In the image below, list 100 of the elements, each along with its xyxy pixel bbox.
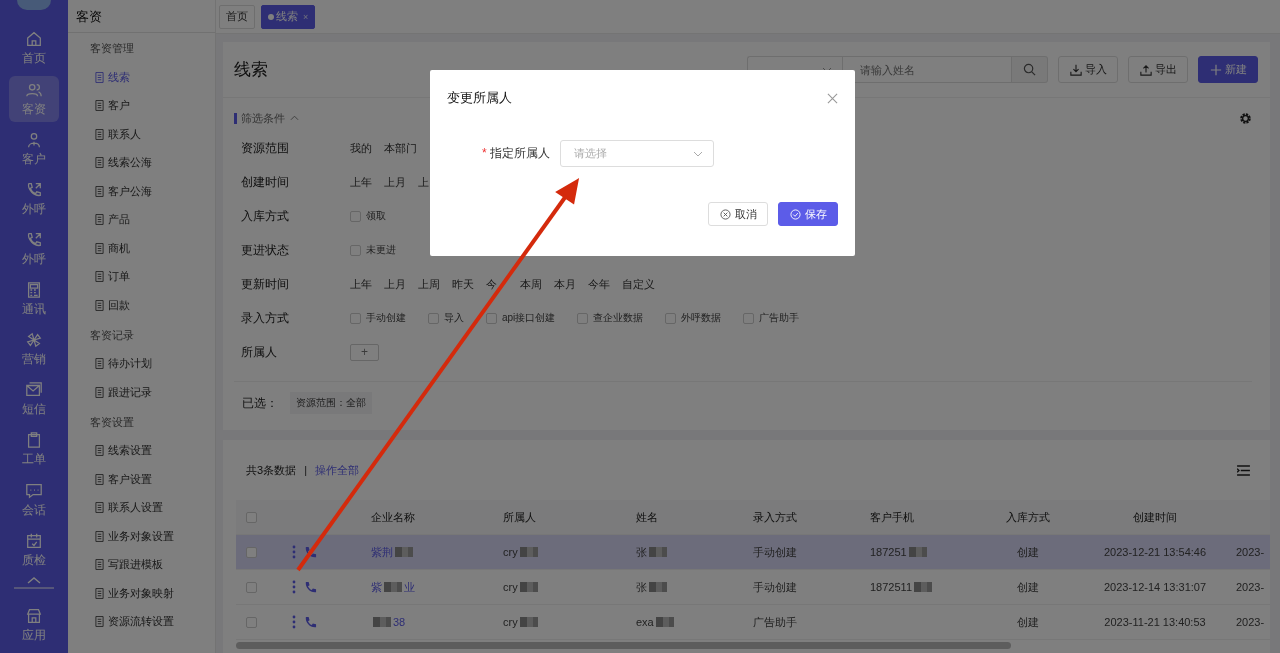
- new-button[interactable]: 新建: [1198, 56, 1258, 83]
- nav-item[interactable]: 质检: [9, 527, 59, 574]
- phone-icon[interactable]: [304, 545, 317, 559]
- page-tab[interactable]: 首页: [219, 4, 255, 29]
- filter-checkbox[interactable]: 未更进: [350, 243, 396, 257]
- filter-checkbox[interactable]: 广告助手: [743, 311, 800, 325]
- filter-option[interactable]: 上年: [350, 277, 372, 290]
- search-field[interactable]: 请输入姓名: [842, 56, 1012, 83]
- submenu-item[interactable]: 业务对象映射: [68, 579, 215, 608]
- more-icon[interactable]: [292, 615, 296, 629]
- filter-option[interactable]: 本月: [554, 277, 576, 290]
- submenu-item[interactable]: 产品: [68, 205, 215, 234]
- filter-checkbox[interactable]: 手动创建: [350, 311, 406, 325]
- page-tab[interactable]: 线索 ×: [261, 4, 316, 29]
- filter-checkbox[interactable]: 导入: [428, 311, 464, 325]
- export-button[interactable]: 导出: [1128, 56, 1188, 83]
- document-icon: [95, 185, 104, 197]
- row-checkbox[interactable]: [246, 581, 257, 593]
- chevron-icon[interactable]: [290, 115, 299, 121]
- submenu-title: 客资: [68, 0, 215, 33]
- filter-option[interactable]: 上: [418, 175, 429, 188]
- submenu-item[interactable]: 联系人设置: [68, 493, 215, 522]
- filter-toggle[interactable]: 筛选条件: [241, 110, 285, 126]
- more-icon[interactable]: [292, 580, 296, 594]
- table-cell: cry: [503, 546, 540, 558]
- submenu-item[interactable]: 线索设置: [68, 436, 215, 465]
- calculator-icon: [25, 281, 43, 299]
- table-cell: 创建: [1017, 544, 1039, 560]
- document-icon: [95, 242, 104, 254]
- submenu-item[interactable]: 跟进记录: [68, 378, 215, 407]
- submenu-item[interactable]: 资源流转设置: [68, 607, 215, 636]
- submenu-item[interactable]: 订单: [68, 262, 215, 291]
- submenu-item[interactable]: 商机: [68, 234, 215, 263]
- document-icon: [95, 587, 104, 599]
- nav-item[interactable]: 应用: [9, 602, 59, 649]
- nav-item[interactable]: 客户: [9, 126, 59, 173]
- nav-item[interactable]: 通讯: [9, 276, 59, 323]
- row-checkbox[interactable]: [246, 616, 257, 628]
- phone-icon: [25, 180, 43, 199]
- filter-option[interactable]: 上月: [384, 175, 406, 188]
- cancel-button[interactable]: 取消: [708, 202, 768, 226]
- phone-icon[interactable]: [304, 580, 317, 594]
- row-checkbox[interactable]: [246, 546, 257, 558]
- nav-item[interactable]: 短信: [9, 376, 59, 423]
- save-button[interactable]: 保存: [778, 202, 838, 226]
- document-icon: [95, 157, 104, 169]
- table-cell: 手动创建: [753, 579, 797, 595]
- submenu-item[interactable]: 线索公海: [68, 148, 215, 177]
- nav-item[interactable]: 首页: [9, 25, 59, 72]
- document-icon: [95, 559, 104, 571]
- filter-option[interactable]: 我的: [350, 141, 372, 154]
- filter-label: 更进状态: [240, 241, 290, 259]
- filter-option[interactable]: 今年: [588, 277, 610, 290]
- filter-option[interactable]: 昨天: [452, 277, 474, 290]
- more-icon[interactable]: [292, 545, 296, 559]
- download-icon: [1069, 63, 1082, 76]
- column-header: 姓名: [636, 510, 658, 523]
- filter-option[interactable]: 本周: [520, 277, 542, 290]
- filter-checkbox[interactable]: 领取: [350, 209, 386, 223]
- filter-option[interactable]: 上年: [350, 175, 372, 188]
- submenu-item[interactable]: 客户: [68, 91, 215, 120]
- column-header: 录入方式: [753, 510, 797, 523]
- submenu-item[interactable]: 回款: [68, 291, 215, 320]
- submenu-item[interactable]: 联系人: [68, 120, 215, 149]
- submenu-item[interactable]: 线索: [68, 63, 215, 92]
- search-button[interactable]: [1012, 56, 1048, 83]
- submenu-item[interactable]: 写跟进模板: [68, 550, 215, 579]
- submenu-item[interactable]: 客户公海: [68, 177, 215, 206]
- submenu-item[interactable]: 客户设置: [68, 465, 215, 494]
- phone-icon[interactable]: [304, 615, 317, 629]
- nav-item[interactable]: 外呼: [9, 226, 59, 273]
- select-all-checkbox[interactable]: [246, 511, 257, 523]
- nav-item[interactable]: 外呼: [9, 176, 59, 223]
- filter-option[interactable]: 上周: [418, 277, 440, 290]
- horizontal-scrollbar[interactable]: [236, 642, 1011, 649]
- add-button[interactable]: +: [350, 343, 379, 361]
- import-button[interactable]: 导入: [1058, 56, 1118, 83]
- filter-checkbox[interactable]: 外呼数据: [665, 311, 722, 325]
- settings-icon[interactable]: [1239, 111, 1252, 125]
- close-icon[interactable]: [827, 92, 838, 104]
- owner-select[interactable]: 请选择: [560, 140, 714, 167]
- column-list-icon[interactable]: [1237, 464, 1250, 476]
- phone-icon: [25, 230, 43, 249]
- submenu-item[interactable]: 待办计划: [68, 349, 215, 378]
- filter-option[interactable]: 本部门: [384, 141, 417, 154]
- column-header: 企业名称: [371, 510, 415, 523]
- table-cell: 2023-: [1236, 616, 1265, 628]
- filter-option[interactable]: 今: [486, 277, 497, 290]
- table-cell[interactable]: 紫 业: [371, 579, 415, 595]
- clipboard-icon: [25, 431, 43, 450]
- filter-checkbox[interactable]: api接口创建: [486, 311, 556, 325]
- filter-option[interactable]: 自定义: [622, 277, 655, 290]
- nav-item[interactable]: 工单: [9, 426, 59, 473]
- bulk-action-link[interactable]: 操作全部: [315, 462, 359, 478]
- nav-item[interactable]: 营销: [9, 326, 59, 373]
- filter-option[interactable]: 上月: [384, 277, 406, 290]
- nav-item[interactable]: 会话: [9, 476, 59, 524]
- table-cell[interactable]: 38: [371, 615, 406, 628]
- filter-checkbox[interactable]: 查企业数据: [577, 311, 644, 325]
- submenu-item[interactable]: 业务对象设置: [68, 522, 215, 551]
